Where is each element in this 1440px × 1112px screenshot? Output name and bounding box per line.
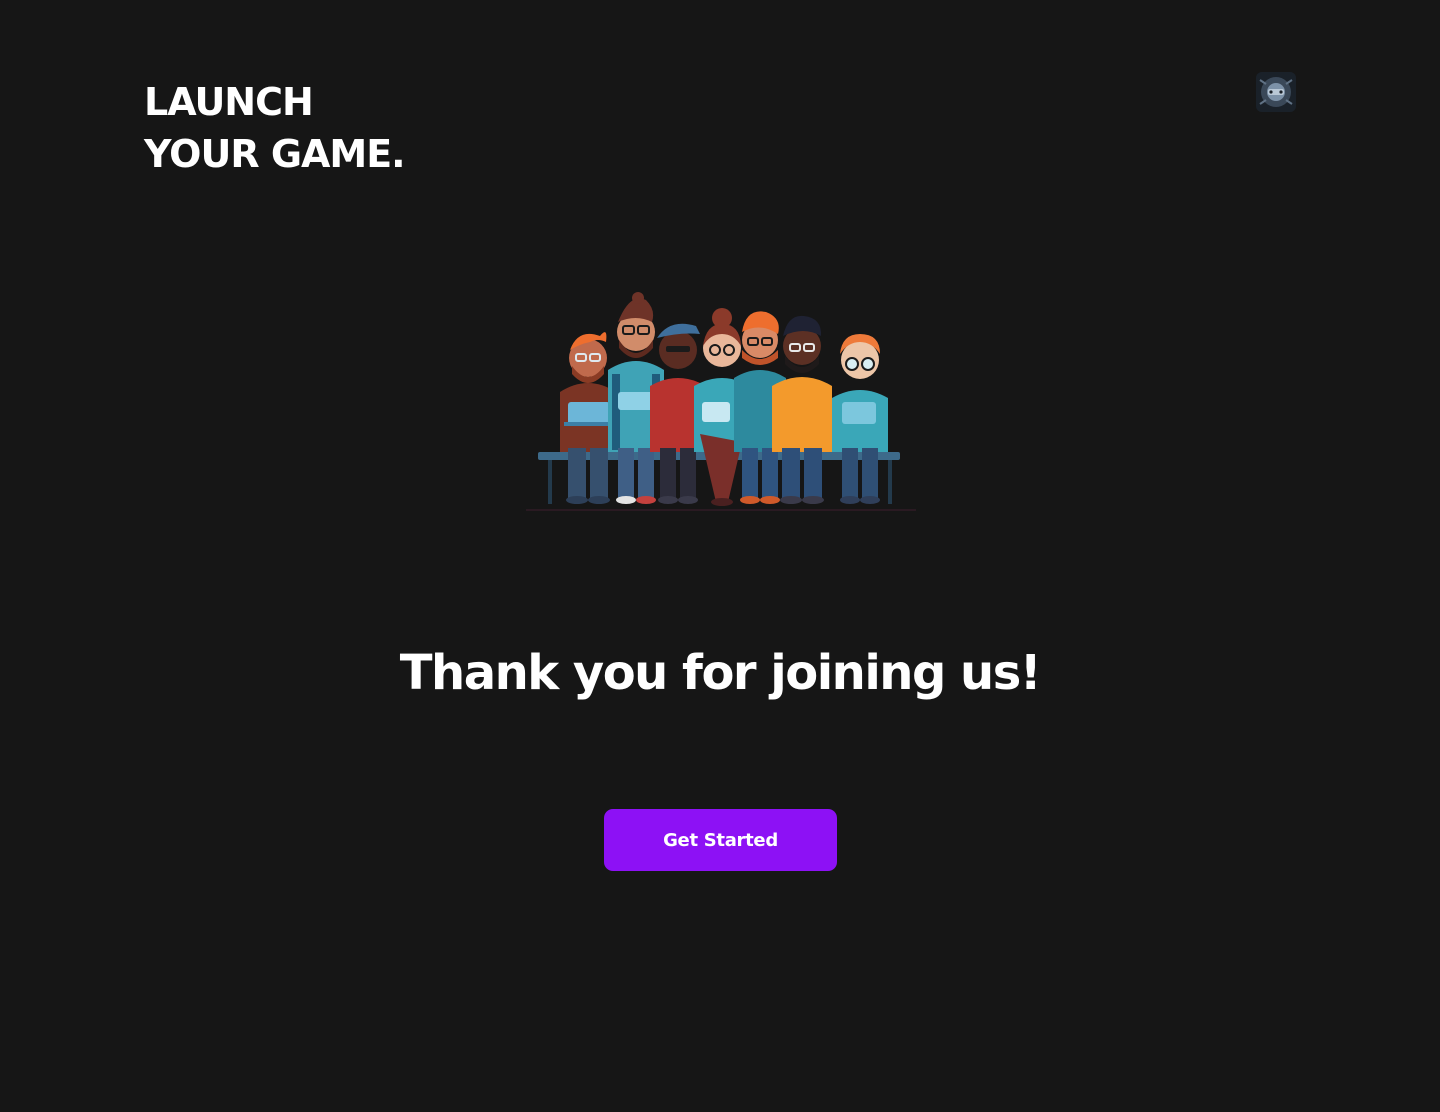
person-7 [832,334,888,504]
page: LAUNCH YOUR GAME. Thank you for joining … [0,0,1440,1112]
person-1 [560,332,616,504]
brand-line-1: LAUNCH [144,80,314,124]
person-6 [772,315,832,504]
page-title: Thank you for joining us! [399,645,1042,701]
brand-logo[interactable]: LAUNCH YOUR GAME. [144,76,406,180]
avatar-image [1256,72,1296,112]
user-avatar-icon[interactable] [1256,72,1296,112]
get-started-button[interactable]: Get Started [604,809,837,871]
brand-line-2: YOUR GAME. [144,132,406,176]
developer-team-illustration [526,292,916,511]
